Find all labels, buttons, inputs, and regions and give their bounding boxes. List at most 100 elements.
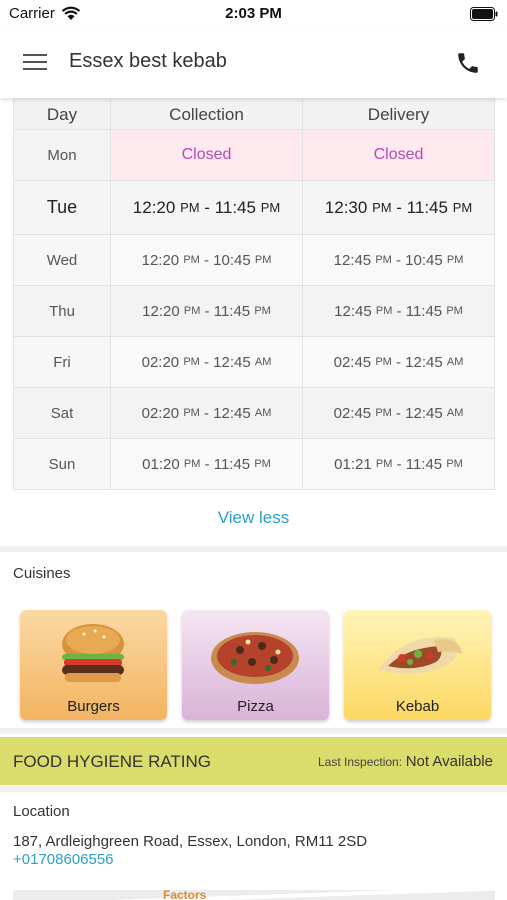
close-ampm: PM [446, 458, 463, 470]
close-ampm: PM [446, 254, 464, 266]
close-time: 10:45 [213, 251, 251, 269]
table-row: Sun 01:20 PM - 11:45 PM 01:21 PM - 11:45… [14, 438, 494, 489]
cuisines-label: Cuisines [13, 565, 71, 582]
cuisine-name: Pizza [237, 698, 274, 715]
close-time: 12:45 [405, 353, 443, 371]
open-time: 12:45 [333, 251, 372, 269]
open-ampm: PM [375, 254, 392, 266]
close-ampm: AM [254, 407, 272, 419]
app-header: Essex best kebab [0, 30, 507, 98]
close-time: 11:45 [213, 302, 251, 320]
close-time: 12:45 [213, 404, 251, 422]
cuisine-card-kebab[interactable]: Kebab [344, 610, 491, 720]
collection-cell: 01:20 PM - 11:45 PM [111, 439, 303, 489]
close-ampm: PM [254, 254, 272, 266]
cuisine-card-burgers[interactable]: Burgers [20, 610, 167, 720]
open-time: 02:45 [333, 353, 372, 371]
open-ampm: PM [375, 305, 393, 317]
table-row: Fri 02:20 PM - 12:45 AM 02:45 PM - 12:45… [14, 336, 494, 387]
open-time: 12:20 [141, 251, 180, 269]
inspection-label: Last Inspection: [318, 755, 403, 769]
open-time: 12:20 [142, 302, 180, 320]
open-ampm: PM [183, 356, 200, 368]
day-cell: Wed [14, 235, 111, 285]
close-time: 11:45 [405, 455, 443, 473]
open-time: 12:30 [324, 197, 368, 217]
day-cell: Sun [14, 439, 111, 489]
collection-cell: 12:20 PM - 11:45 PM [111, 286, 303, 336]
close-time: 12:45 [213, 353, 251, 371]
open-ampm: PM [183, 407, 200, 419]
open-time: 02:20 [141, 404, 180, 422]
cuisine-name: Burgers [67, 698, 120, 715]
map-road [13, 890, 495, 900]
table-row: Thu 12:20 PM - 11:45 PM 12:45 PM - 11:45… [14, 285, 494, 336]
open-ampm: PM [180, 200, 200, 215]
open-ampm: PM [183, 305, 201, 317]
close-ampm: PM [254, 305, 271, 317]
inspection-value: Not Available [405, 753, 493, 770]
day-cell: Sat [14, 388, 111, 438]
phone-call-icon[interactable] [455, 50, 481, 76]
open-ampm: PM [375, 407, 392, 419]
food-hygiene-banner: Food Hygiene Rating Last Inspection: Not… [0, 737, 507, 785]
close-ampm: PM [452, 200, 473, 215]
table-row: Wed 12:20 PM - 10:45 PM 12:45 PM - 10:45… [14, 234, 494, 285]
table-row: Mon Closed Closed [14, 129, 494, 180]
day-cell: Thu [14, 286, 111, 336]
battery-icon [470, 7, 498, 21]
location-map[interactable]: Factors [13, 890, 495, 900]
address-text: 187, Ardleighgreen Road, Essex, London, … [13, 833, 368, 850]
hygiene-title: Food Hygiene Rating [13, 752, 212, 771]
location-label: Location [13, 803, 70, 820]
open-ampm: PM [183, 254, 200, 266]
open-time: 01:20 [142, 455, 180, 473]
section-divider [0, 786, 507, 792]
open-time: 12:20 [132, 197, 176, 217]
view-less-link[interactable]: View less [0, 508, 507, 528]
delivery-cell: 12:45 PM - 11:45 PM [334, 302, 463, 320]
delivery-cell: 02:45 PM - 12:45 AM [333, 353, 464, 371]
close-time: 12:45 [405, 404, 443, 422]
delivery-cell: 12:45 PM - 10:45 PM [333, 251, 464, 269]
delivery-cell: 02:45 PM - 12:45 AM [333, 404, 464, 422]
phone-number-link[interactable]: +01708606556 [13, 851, 114, 868]
table-row: Sat 02:20 PM - 12:45 AM 02:45 PM - 12:45… [14, 387, 494, 438]
section-divider [0, 728, 507, 734]
close-ampm: AM [254, 356, 272, 368]
collection-cell: 12:20 PM - 11:45 PM [111, 181, 303, 234]
delivery-cell: 01:21 PM - 11:45 PM [334, 455, 463, 473]
close-time: 10:45 [405, 251, 443, 269]
close-time: 11:45 [405, 302, 443, 320]
collection-cell: Closed [111, 130, 303, 180]
cuisine-name: Kebab [395, 698, 440, 715]
close-time: 11:45 [406, 197, 448, 217]
status-bar: Carrier 2:03 PM [0, 0, 507, 30]
map-place-label: Factors [163, 890, 207, 900]
close-time: 11:45 [214, 197, 256, 217]
section-divider [0, 546, 507, 552]
delivery-cell: Closed [303, 130, 494, 180]
open-time: 02:20 [141, 353, 180, 371]
open-time: 12:45 [334, 302, 372, 320]
hamburger-menu-icon[interactable] [22, 52, 48, 72]
page-title: Essex best kebab [69, 50, 227, 72]
close-ampm: PM [446, 305, 463, 317]
close-ampm: PM [254, 458, 271, 470]
opening-hours-table: Day Collection Delivery Mon Closed Close… [13, 82, 495, 490]
day-cell: Fri [14, 337, 111, 387]
collection-cell: 02:20 PM - 12:45 AM [111, 388, 303, 438]
close-ampm: AM [446, 407, 464, 419]
cuisine-card-pizza[interactable]: Pizza [182, 610, 329, 720]
open-ampm: PM [375, 458, 393, 470]
open-ampm: PM [372, 200, 392, 215]
close-time: 11:45 [213, 455, 251, 473]
day-cell: Tue [14, 181, 111, 234]
table-row: Tue 12:20 PM - 11:45 PM 12:30 PM - 11:45… [14, 180, 494, 234]
delivery-cell: 12:30 PM - 11:45 PM [324, 197, 473, 217]
open-ampm: PM [183, 458, 201, 470]
collection-cell: 02:20 PM - 12:45 AM [111, 337, 303, 387]
open-time: 02:45 [333, 404, 372, 422]
day-cell: Mon [14, 130, 111, 180]
open-time: 01:21 [334, 455, 372, 473]
